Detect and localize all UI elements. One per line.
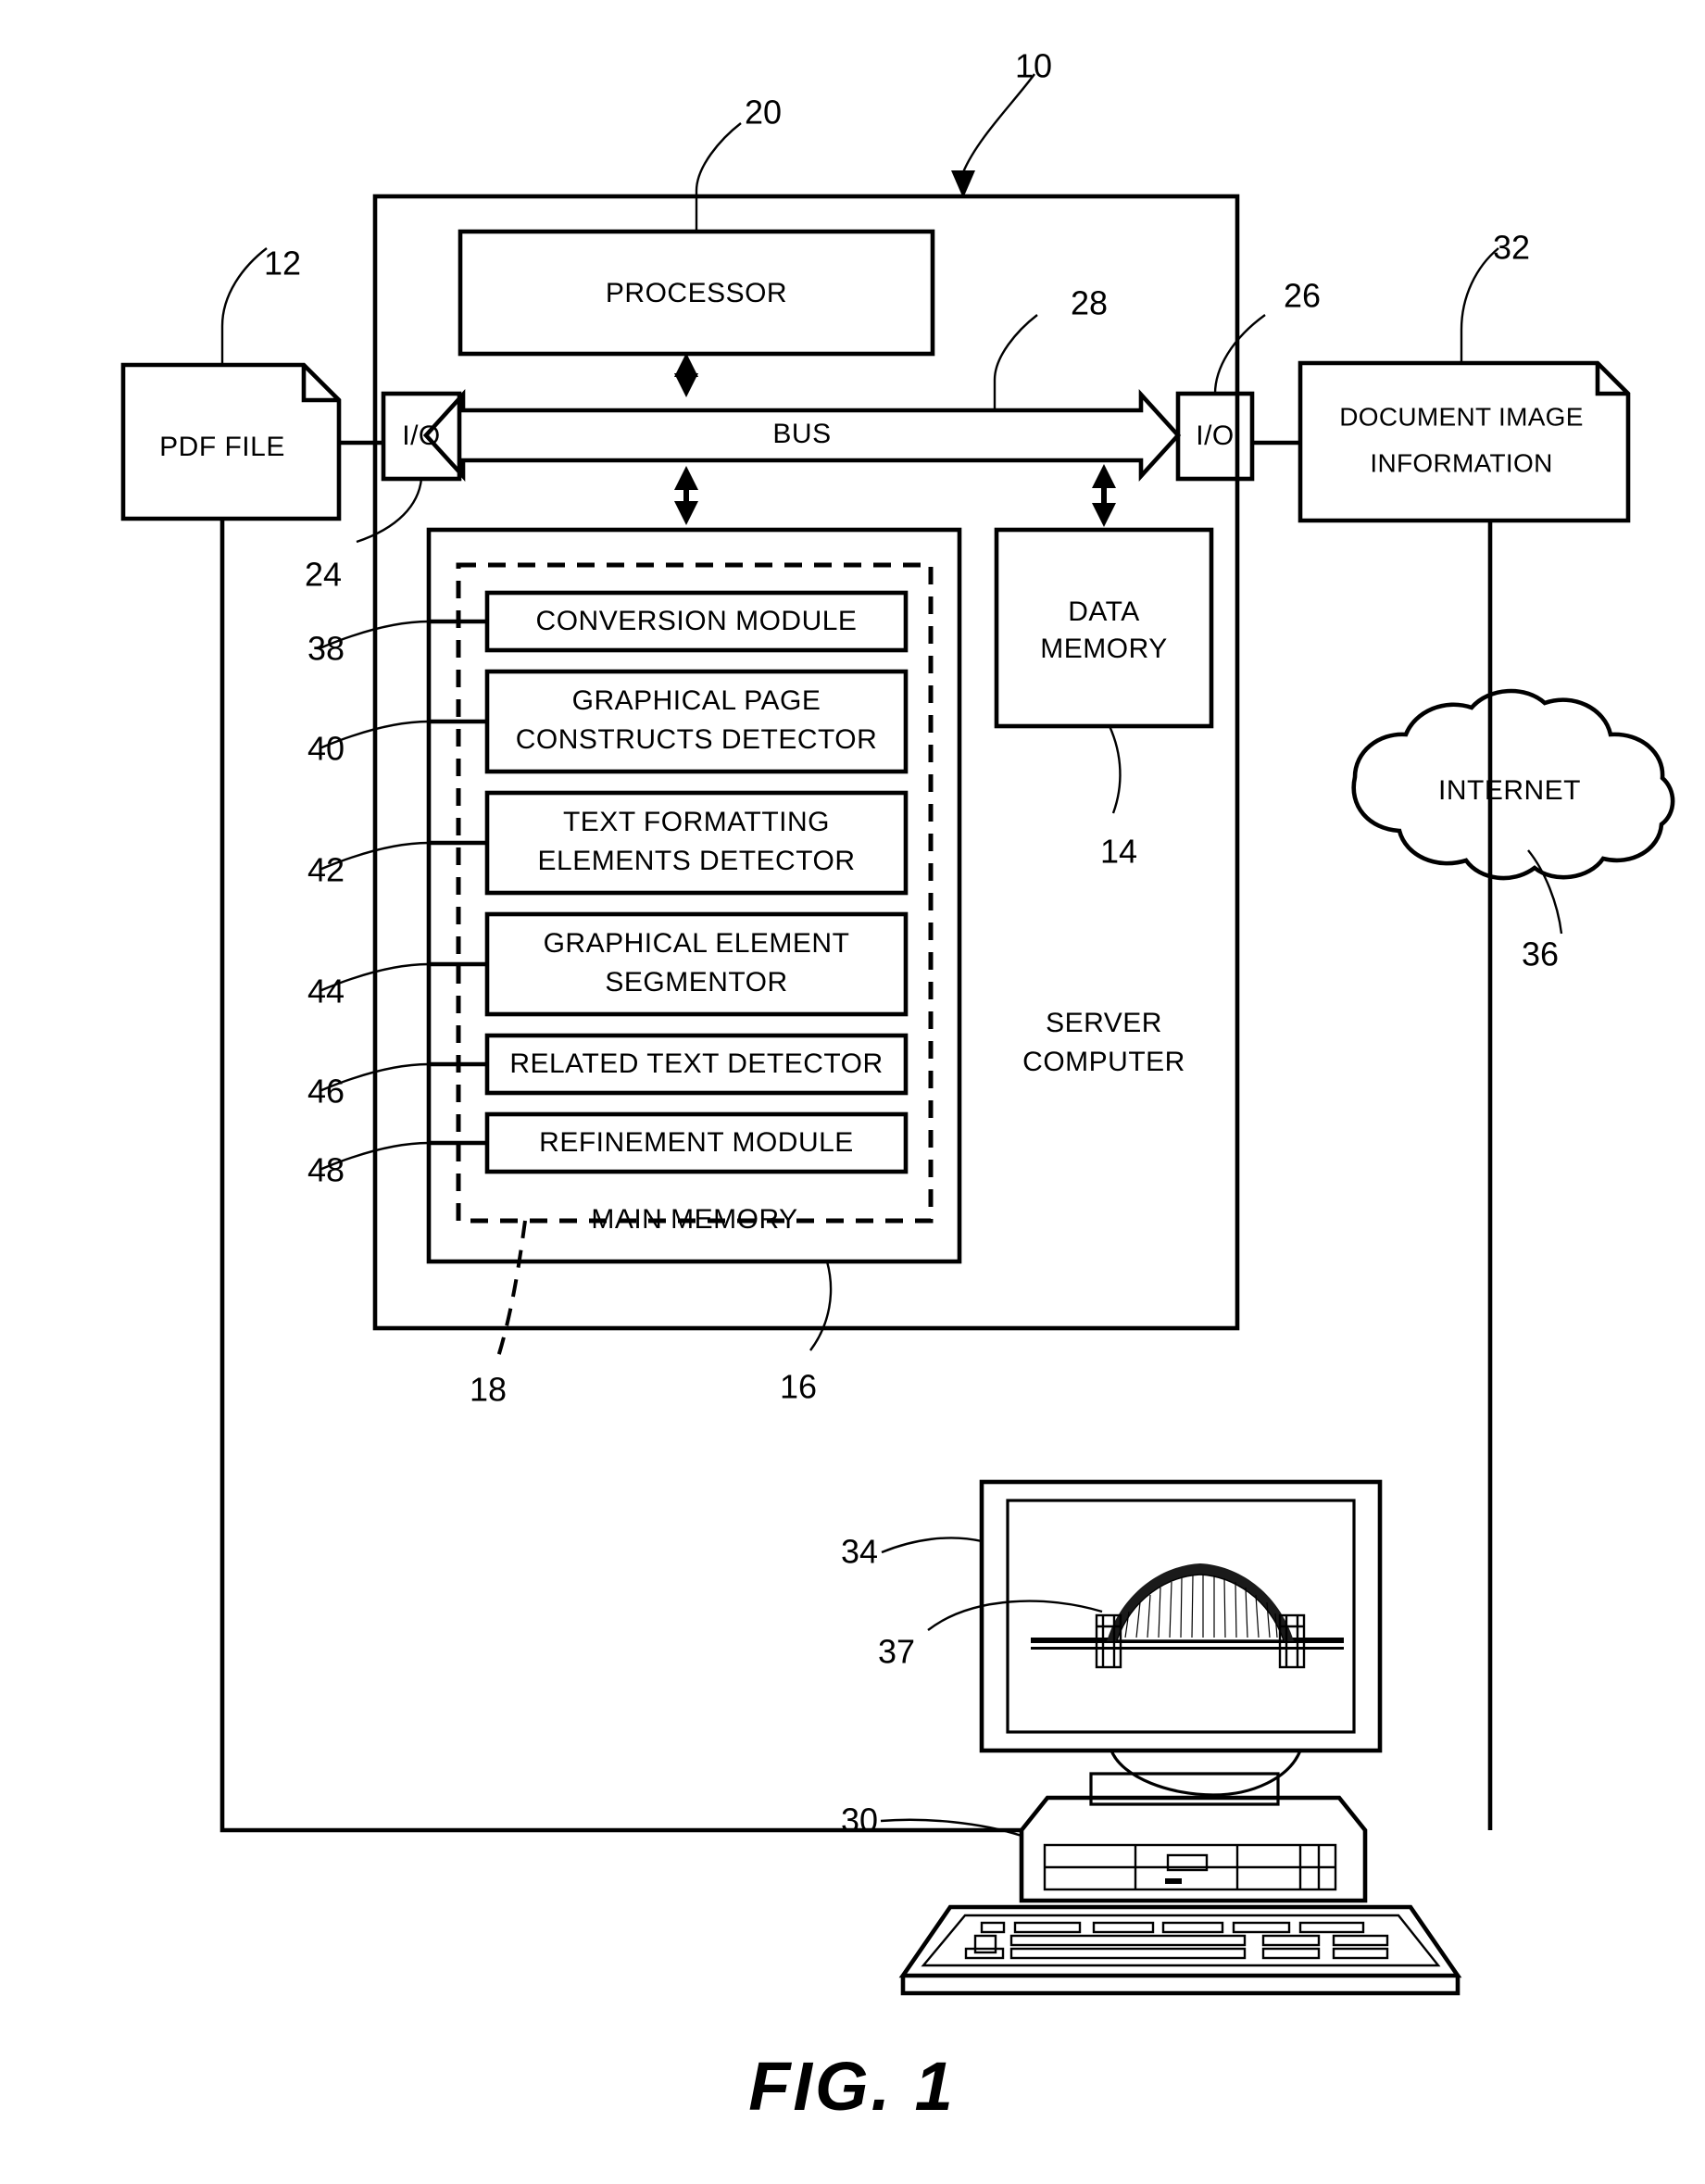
lead-line-24 [356, 478, 423, 544]
patent-figure-1: 10 PROCESSOR 20 BUS 28 I/O 24 PDF FILE 1… [0, 0, 1705, 2184]
ref-34: 34 [841, 1533, 878, 1571]
module-label-graphical-page-constructs-detector-line1: GRAPHICAL PAGE [572, 685, 821, 716]
server-computer-line2: COMPUTER [1022, 1047, 1185, 1077]
figure-caption: FIG. 1 [748, 2048, 956, 2125]
lead-line-16 [809, 1261, 833, 1351]
module-label-graphical-element-segmentor-line1: GRAPHICAL ELEMENT [544, 928, 850, 959]
module-label-conversion-module: CONVERSION MODULE [536, 606, 858, 636]
data-memory-line1: DATA [1068, 596, 1140, 627]
lead-line-36 [1527, 849, 1563, 935]
ref-14: 14 [1100, 833, 1137, 871]
internet-label: INTERNET [1438, 775, 1581, 806]
module-label-text-formatting-elements-detector-line2: ELEMENTS DETECTOR [538, 846, 856, 876]
bus-label: BUS [772, 419, 831, 449]
module-label-related-text-detector: RELATED TEXT DETECTOR [509, 1048, 883, 1079]
lead-line-30 [880, 1818, 1022, 1838]
ref-10: 10 [1015, 47, 1052, 85]
processor-bus-arrow [674, 353, 698, 397]
ref-28: 28 [1071, 284, 1108, 322]
lead-line-34 [881, 1537, 983, 1554]
ref-46: 46 [307, 1073, 345, 1111]
document-image-information-line1: DOCUMENT IMAGE [1339, 402, 1583, 431]
main-memory-bus-arrow [674, 466, 698, 525]
data-memory-bus-arrow [1092, 464, 1116, 527]
lead-line-18 [495, 1220, 527, 1361]
ref-18: 18 [470, 1371, 507, 1409]
lead-line-10 [961, 73, 1035, 173]
module-label-graphical-page-constructs-detector-line2: CONSTRUCTS DETECTOR [516, 724, 878, 755]
bridge-image [1031, 1563, 1344, 1669]
ref-20: 20 [745, 94, 782, 132]
module-label-refinement-module: REFINEMENT MODULE [539, 1127, 854, 1158]
module-label-graphical-element-segmentor-line2: SEGMENTOR [605, 967, 787, 998]
module-label-text-formatting-elements-detector-line1: TEXT FORMATTING [563, 807, 830, 837]
io-left-label: I/O [402, 420, 441, 451]
ref-38-visible: 38 [307, 630, 345, 668]
keyboard [898, 1904, 1462, 1996]
lead-line-14 [1108, 725, 1122, 814]
ref-16: 16 [780, 1368, 817, 1406]
server-computer-line1: SERVER [1046, 1008, 1162, 1038]
ref-24: 24 [305, 556, 342, 594]
document-image-information-line2: INFORMATION [1370, 448, 1552, 477]
ref-32: 32 [1493, 229, 1530, 267]
figure-canvas: 10 PROCESSOR 20 BUS 28 I/O 24 PDF FILE 1… [120, 47, 1675, 2125]
ref-30: 30 [841, 1801, 878, 1839]
ref-42: 42 [307, 851, 345, 889]
ref-44: 44 [307, 973, 345, 1010]
ref-26: 26 [1284, 277, 1321, 315]
ref-36: 36 [1522, 935, 1559, 973]
ref-40: 40 [307, 730, 345, 768]
ref-48: 48 [307, 1151, 345, 1189]
lead-arrow-10 [951, 170, 975, 198]
server-computer-outline [372, 194, 1240, 1331]
computer-case [1019, 1795, 1368, 1903]
lead-line-37 [927, 1600, 1103, 1631]
lead-line-28 [993, 314, 1038, 410]
document-image-information-node [1298, 360, 1631, 523]
data-memory-line2: MEMORY [1040, 634, 1167, 664]
lead-line-26 [1213, 314, 1266, 395]
io-right-label: I/O [1196, 420, 1235, 451]
processor-label: PROCESSOR [606, 278, 787, 308]
pdf-file-label: PDF FILE [159, 432, 285, 462]
ref-37: 37 [878, 1633, 915, 1671]
lead-line-12 [220, 247, 268, 365]
data-memory-box [994, 527, 1214, 729]
lead-line-20 [695, 122, 742, 232]
ref-12: 12 [264, 245, 301, 282]
